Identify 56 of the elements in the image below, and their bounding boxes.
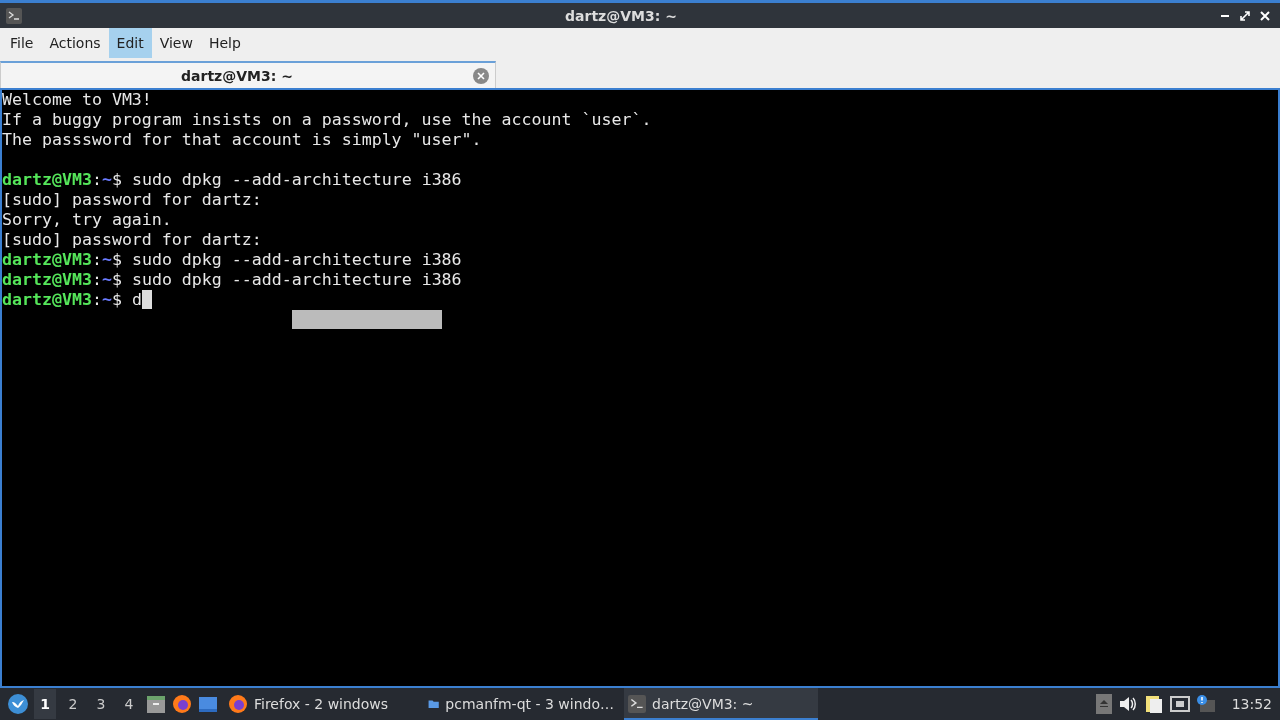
prompt-path: ~ [101,270,112,290]
file-cabinet-icon[interactable] [146,694,166,714]
taskbar-button[interactable]: Firefox - 2 windows [224,688,418,720]
terminal-icon [628,695,646,713]
prompt-sign: $ [111,250,122,270]
taskbar-button[interactable]: pcmanfm-qt - 3 windo… [424,688,618,720]
menu-item[interactable]: View [151,28,201,58]
speaker-icon[interactable] [1117,694,1138,714]
terminal-line: Welcome to VM3! [2,90,153,110]
terminal-icon [6,7,22,24]
terminal-command: sudo dpkg --add-architecture i386 [131,270,462,290]
prompt-separator: : [91,270,102,290]
workspace-button[interactable]: 2 [62,689,84,719]
firefox-icon[interactable] [172,694,192,714]
prompt-separator: : [91,290,102,310]
firefox-icon [228,694,248,714]
terminal-line: [sudo] password for dartz: [2,190,263,210]
tab-label: dartz@VM3: ~ [180,67,294,84]
network-icon[interactable] [1169,694,1190,714]
taskbar-button[interactable]: dartz@VM3: ~ [624,688,818,720]
menu-item[interactable]: File [2,28,42,58]
menu-item[interactable]: Help [200,28,249,58]
window-title: dartz@VM3: ~ [564,7,678,24]
terminal-command: sudo dpkg --add-architecture i386 [131,170,462,190]
terminal-command: sudo dpkg --add-architecture i386 [131,250,462,270]
prompt-user: dartz@VM3 [2,270,92,290]
tab[interactable]: dartz@VM3: ~ [0,61,496,88]
prompt-sign: $ [111,270,122,290]
menu-item[interactable]: Edit [108,28,152,58]
terminal-line: Sorry, try again. [2,210,173,230]
prompt-sign: $ [111,290,122,310]
terminal-line: [sudo] password for dartz: [2,230,263,250]
workspace-button[interactable]: 1 [34,689,56,719]
close-icon[interactable] [1260,10,1270,21]
eject-icon[interactable] [1095,694,1112,714]
terminal-command: d [131,290,142,310]
terminal-line: If a buggy program insists on a password, use the account `user`. [2,110,653,130]
prompt-user: dartz@VM3 [2,170,92,190]
prompt-separator: : [91,250,102,270]
prompt-path: ~ [101,170,112,190]
workspace-button[interactable]: 3 [90,689,112,719]
terminal-line: The passsword for that account is simply "user". [2,130,483,150]
menu-item[interactable]: Actions [41,28,109,58]
prompt-user: dartz@VM3 [2,290,92,310]
desktop-icon[interactable] [198,694,218,714]
prompt-separator: : [91,170,102,190]
terminal-area[interactable] [0,88,1280,686]
clock: 13:52 [1231,696,1272,712]
clipboard-icon[interactable] [1143,694,1164,714]
prompt-user: dartz@VM3 [2,250,92,270]
notification-icon[interactable] [1195,694,1216,714]
prompt-path: ~ [101,290,112,310]
maximize-icon[interactable] [1240,10,1250,21]
prompt-path: ~ [101,250,112,270]
workspace-button[interactable]: 4 [118,689,140,719]
prompt-sign: $ [111,170,122,190]
